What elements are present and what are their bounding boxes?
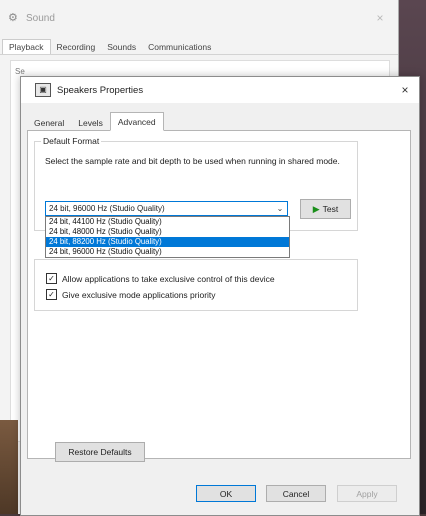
allow-exclusive-row[interactable]: ✓ Allow applications to take exclusive c…	[46, 273, 275, 284]
dialog-tab-bar: General Levels Advanced	[21, 112, 419, 131]
checkmark-icon[interactable]: ✓	[46, 289, 57, 300]
tab-communications[interactable]: Communications	[142, 40, 217, 54]
tab-sounds[interactable]: Sounds	[101, 40, 142, 54]
dialog-title: Speakers Properties	[57, 84, 144, 96]
desktop-wallpaper-art	[0, 420, 18, 514]
tab-playback[interactable]: Playback	[2, 39, 51, 54]
format-select[interactable]: 24 bit, 96000 Hz (Studio Quality) ⌄	[45, 201, 288, 216]
format-selected-value: 24 bit, 96000 Hz (Studio Quality)	[49, 204, 165, 213]
tab-general[interactable]: General	[27, 115, 71, 131]
sound-tab-bar: Playback Recording Sounds Communications	[0, 36, 398, 55]
format-option[interactable]: 24 bit, 44100 Hz (Studio Quality)	[46, 217, 289, 227]
tab-recording[interactable]: Recording	[51, 40, 102, 54]
restore-defaults-button[interactable]: Restore Defaults	[55, 442, 145, 462]
exclusive-mode-group: ✓ Allow applications to take exclusive c…	[34, 259, 358, 311]
default-format-group: Default Format Select the sample rate an…	[34, 136, 358, 258]
exclusive-priority-row[interactable]: ✓ Give exclusive mode applications prior…	[46, 289, 216, 300]
format-dropdown-list: 24 bit, 44100 Hz (Studio Quality) 24 bit…	[45, 216, 290, 258]
speaker-icon: ⚙	[8, 12, 18, 24]
dialog-footer: OK Cancel Apply	[21, 471, 419, 515]
sound-close-button[interactable]: ×	[362, 11, 398, 25]
sound-panel-label: Se	[15, 67, 25, 76]
apply-button[interactable]: Apply	[337, 485, 397, 502]
speakers-properties-dialog: ▣ Speakers Properties × General Levels A…	[20, 76, 420, 516]
ok-button[interactable]: OK	[196, 485, 256, 502]
dialog-close-button[interactable]: ×	[391, 83, 419, 97]
allow-exclusive-label: Allow applications to take exclusive con…	[62, 273, 275, 284]
format-option[interactable]: 24 bit, 48000 Hz (Studio Quality)	[46, 227, 289, 237]
speaker-properties-icon: ▣	[35, 83, 51, 97]
chevron-down-icon[interactable]: ⌄	[273, 204, 287, 213]
tab-levels[interactable]: Levels	[71, 115, 110, 131]
advanced-panel: Default Format Select the sample rate an…	[27, 130, 411, 459]
checkmark-icon[interactable]: ✓	[46, 273, 57, 284]
test-button-label: Test	[322, 204, 339, 214]
default-format-label: Default Format	[41, 136, 102, 146]
cancel-button[interactable]: Cancel	[266, 485, 326, 502]
tab-advanced[interactable]: Advanced	[109, 112, 164, 131]
exclusive-priority-label: Give exclusive mode applications priorit…	[62, 289, 216, 300]
test-button[interactable]: ▶ Test	[300, 199, 351, 219]
format-option-highlighted[interactable]: 24 bit, 88200 Hz (Studio Quality)	[46, 237, 289, 247]
format-option[interactable]: 24 bit, 96000 Hz (Studio Quality)	[46, 247, 289, 257]
sound-title-bar: ⚙ Sound ×	[0, 0, 398, 36]
play-icon: ▶	[312, 203, 320, 214]
dialog-title-bar: ▣ Speakers Properties ×	[21, 77, 419, 103]
sound-window-title: Sound	[26, 12, 55, 24]
default-format-description: Select the sample rate and bit depth to …	[45, 156, 340, 166]
